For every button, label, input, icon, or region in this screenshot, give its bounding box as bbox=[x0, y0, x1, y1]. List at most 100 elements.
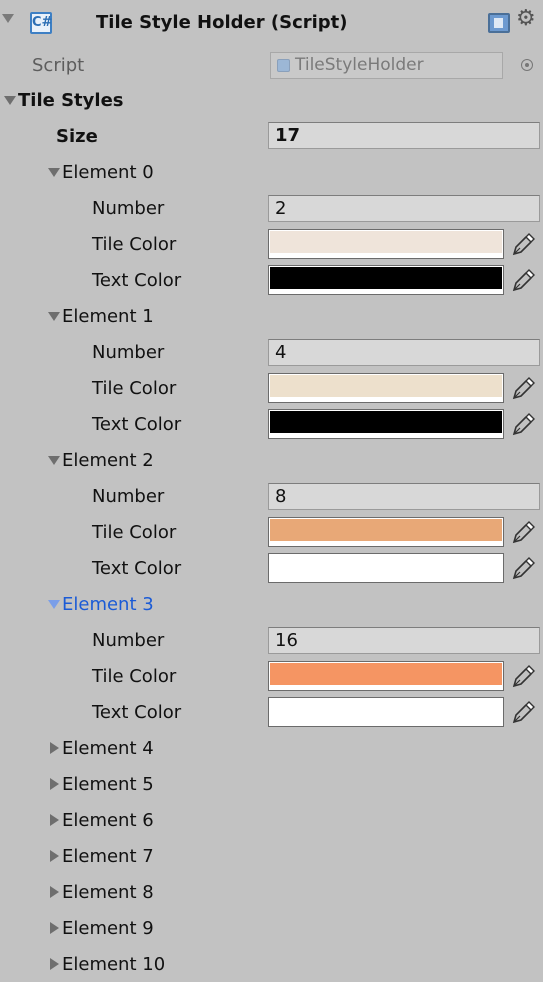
tile-color-label: Tile Color bbox=[92, 665, 177, 687]
eyedropper-icon[interactable] bbox=[511, 555, 537, 581]
number-label: Number bbox=[92, 341, 165, 363]
text-color-row: Text Color bbox=[0, 550, 543, 586]
number-field[interactable]: 16 bbox=[268, 627, 540, 654]
foldout-arrow-icon bbox=[50, 742, 59, 754]
script-label: Script bbox=[32, 54, 85, 76]
foldout-arrow-icon bbox=[50, 778, 59, 790]
text-color-row: Text Color bbox=[0, 406, 543, 442]
element-label: Element 1 bbox=[62, 305, 154, 327]
foldout-arrow-icon bbox=[48, 168, 60, 177]
element-label: Element 0 bbox=[62, 161, 154, 183]
tile-color-swatch[interactable] bbox=[268, 661, 504, 691]
text-color-swatch[interactable] bbox=[268, 409, 504, 439]
element-label: Element 8 bbox=[62, 881, 154, 903]
number-row: Number 8 bbox=[0, 478, 543, 514]
foldout-arrow-icon bbox=[50, 814, 59, 826]
element-label: Element 2 bbox=[62, 449, 154, 471]
number-label: Number bbox=[92, 485, 165, 507]
element-label: Element 10 bbox=[62, 953, 166, 975]
eyedropper-icon[interactable] bbox=[511, 663, 537, 689]
number-row: Number 4 bbox=[0, 334, 543, 370]
foldout-arrow-icon bbox=[50, 958, 59, 970]
element-foldout[interactable]: Element 4 bbox=[0, 730, 543, 766]
size-field[interactable]: 17 bbox=[268, 122, 540, 149]
element-foldout[interactable]: Element 10 bbox=[0, 946, 543, 982]
text-color-swatch[interactable] bbox=[268, 553, 504, 583]
text-color-label: Text Color bbox=[92, 269, 182, 291]
tile-color-label: Tile Color bbox=[92, 233, 177, 255]
help-book-icon[interactable] bbox=[488, 13, 510, 33]
foldout-arrow-icon bbox=[4, 96, 16, 105]
alpha-bar bbox=[270, 577, 502, 581]
element-label: Element 7 bbox=[62, 845, 154, 867]
element-foldout[interactable]: Element 9 bbox=[0, 910, 543, 946]
element-foldout[interactable]: Element 8 bbox=[0, 874, 543, 910]
tile-color-row: Tile Color bbox=[0, 226, 543, 262]
text-color-swatch[interactable] bbox=[268, 697, 504, 727]
foldout-arrow-icon bbox=[48, 456, 60, 465]
foldout-arrow-icon bbox=[50, 850, 59, 862]
component-title: Tile Style Holder (Script) bbox=[96, 12, 348, 33]
element-label: Element 4 bbox=[62, 737, 154, 759]
alpha-bar bbox=[270, 685, 502, 689]
tile-color-swatch[interactable] bbox=[268, 229, 504, 259]
script-row: Script TileStyleHolder bbox=[0, 47, 543, 83]
number-label: Number bbox=[92, 629, 165, 651]
tile-color-swatch[interactable] bbox=[268, 517, 504, 547]
text-color-row: Text Color bbox=[0, 262, 543, 298]
number-field[interactable]: 4 bbox=[268, 339, 540, 366]
foldout-arrow-icon[interactable] bbox=[2, 14, 14, 23]
tile-color-row: Tile Color bbox=[0, 370, 543, 406]
tile-color-fill bbox=[270, 663, 502, 685]
element-foldout[interactable]: Element 6 bbox=[0, 802, 543, 838]
text-color-row: Text Color bbox=[0, 694, 543, 730]
element-label: Element 3 bbox=[62, 593, 154, 615]
number-row: Number 16 bbox=[0, 622, 543, 658]
script-value: TileStyleHolder bbox=[295, 54, 424, 75]
script-file-icon bbox=[277, 58, 290, 72]
tile-color-swatch[interactable] bbox=[268, 373, 504, 403]
object-picker-icon[interactable] bbox=[521, 59, 533, 71]
element-label: Element 9 bbox=[62, 917, 154, 939]
eyedropper-icon[interactable] bbox=[511, 375, 537, 401]
element-label: Element 6 bbox=[62, 809, 154, 831]
alpha-bar bbox=[270, 721, 502, 725]
element-foldout[interactable]: Element 2 bbox=[0, 442, 543, 478]
element-foldout[interactable]: Element 5 bbox=[0, 766, 543, 802]
text-color-label: Text Color bbox=[92, 701, 182, 723]
element-foldout[interactable]: Element 7 bbox=[0, 838, 543, 874]
tile-styles-foldout[interactable]: Tile Styles bbox=[0, 82, 543, 118]
element-foldout[interactable]: Element 1 bbox=[0, 298, 543, 334]
element-label: Element 5 bbox=[62, 773, 154, 795]
alpha-bar bbox=[270, 541, 502, 545]
tile-color-label: Tile Color bbox=[92, 521, 177, 543]
tile-color-fill bbox=[270, 519, 502, 541]
eyedropper-icon[interactable] bbox=[511, 411, 537, 437]
size-label: Size bbox=[56, 125, 98, 147]
csharp-script-icon: C# bbox=[30, 12, 52, 34]
tile-color-fill bbox=[270, 375, 502, 397]
alpha-bar bbox=[270, 397, 502, 401]
tile-styles-label: Tile Styles bbox=[18, 89, 124, 111]
text-color-label: Text Color bbox=[92, 557, 182, 579]
text-color-swatch[interactable] bbox=[268, 265, 504, 295]
gear-icon[interactable]: ⚙ bbox=[516, 8, 536, 30]
foldout-arrow-icon bbox=[50, 922, 59, 934]
script-object-field[interactable]: TileStyleHolder bbox=[270, 51, 503, 79]
eyedropper-icon[interactable] bbox=[511, 267, 537, 293]
eyedropper-icon[interactable] bbox=[511, 231, 537, 257]
alpha-bar bbox=[270, 289, 502, 293]
element-foldout[interactable]: Element 3 bbox=[0, 586, 543, 622]
alpha-bar bbox=[270, 433, 502, 437]
eyedropper-icon[interactable] bbox=[511, 519, 537, 545]
tile-color-label: Tile Color bbox=[92, 377, 177, 399]
number-field[interactable]: 8 bbox=[268, 483, 540, 510]
text-color-fill bbox=[270, 267, 502, 289]
text-color-fill bbox=[270, 699, 502, 721]
tile-color-fill bbox=[270, 231, 502, 253]
number-field[interactable]: 2 bbox=[268, 195, 540, 222]
alpha-bar bbox=[270, 253, 502, 257]
element-foldout[interactable]: Element 0 bbox=[0, 154, 543, 190]
eyedropper-icon[interactable] bbox=[511, 699, 537, 725]
text-color-label: Text Color bbox=[92, 413, 182, 435]
